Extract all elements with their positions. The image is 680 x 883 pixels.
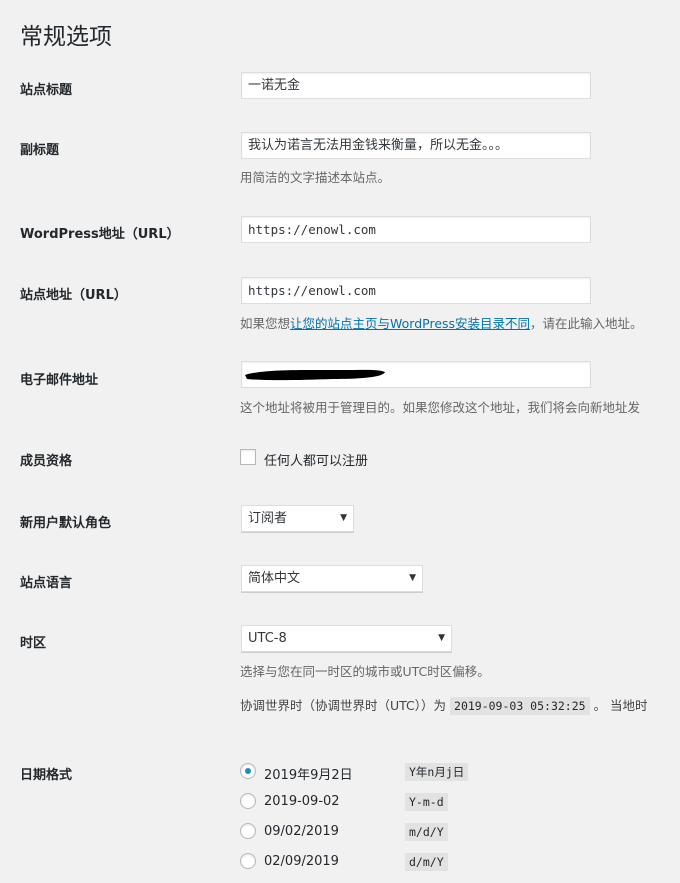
membership-label: 成员资格 [20,454,73,469]
site-address-input[interactable]: https://enowl.com [241,277,591,304]
date-format-code: d/m/Y [405,853,448,871]
utc-time-prefix: 协调世界时（协调世界时（UTC））为 [240,698,447,713]
date-format-code: Y年n月j日 [405,763,469,781]
date-format-option-label[interactable]: 2019年9月2日 [264,764,353,783]
default-role-label: 新用户默认角色 [20,516,112,531]
site-address-desc-prefix: 如果您想 [240,316,291,331]
wp-address-label: WordPress地址（URL） [20,227,180,242]
default-role-select[interactable]: 订阅者 ▼ [241,505,354,532]
date-format-option-label[interactable]: 02/09/2019 [264,854,339,869]
email-description: 这个地址将被用于管理目的。如果您修改这个地址，我们将会向新地址发 [240,400,641,415]
site-address-desc-suffix: ，请在此输入地址。 [530,316,643,331]
date-format-radio-4[interactable] [240,853,256,869]
site-language-select[interactable]: 简体中文 ▼ [241,565,423,592]
date-format-radio-2[interactable] [240,793,256,809]
wp-address-input[interactable]: https://enowl.com [241,216,591,243]
date-format-label: 日期格式 [20,768,73,783]
date-format-code: m/d/Y [405,823,448,841]
site-language-label: 站点语言 [20,576,73,591]
timezone-select[interactable]: UTC-8 ▼ [241,625,452,652]
site-address-label: 站点地址（URL） [20,288,127,303]
date-format-option-label[interactable]: 09/02/2019 [264,824,339,839]
date-format-radio-3[interactable] [240,823,256,839]
timezone-description: 选择与您在同一时区的城市或UTC时区偏移。 [240,664,490,679]
utc-time-suffix: 。 当地时 [593,698,648,713]
date-format-code: Y-m-d [405,793,448,811]
site-language-value: 简体中文 [248,571,301,586]
site-title-input[interactable]: 一诺无金 [241,72,591,99]
redaction-mark [245,369,385,381]
date-format-radio-1[interactable] [240,763,256,779]
membership-checkbox-label[interactable]: 任何人都可以注册 [264,450,368,469]
default-role-value: 订阅者 [248,511,288,526]
site-address-help-link[interactable]: 让您的站点主页与WordPress安装目录不同 [290,316,530,331]
triangle-down-icon: ▼ [409,573,416,583]
timezone-value: UTC-8 [248,631,287,646]
date-format-option-label[interactable]: 2019-09-02 [264,794,340,809]
utc-time-line: 协调世界时（协调世界时（UTC））为 2019-09-03 05:32:25 。… [240,695,648,715]
timezone-label: 时区 [20,636,47,651]
site-address-description: 如果您想让您的站点主页与WordPress安装目录不同，请在此输入地址。 [240,313,643,332]
membership-checkbox[interactable] [240,449,256,465]
page-title: 常规选项 [20,24,112,50]
tagline-input[interactable]: 我认为诺言无法用金钱来衡量，所以无金。。。 [241,132,591,159]
email-label: 电子邮件地址 [20,373,99,388]
utc-time-code: 2019-09-03 05:32:25 [450,697,590,715]
triangle-down-icon: ▼ [340,513,347,523]
tagline-description: 用简洁的文字描述本站点。 [240,170,391,185]
triangle-down-icon: ▼ [438,633,445,643]
tagline-label: 副标题 [20,143,60,158]
site-title-label: 站点标题 [20,83,73,98]
